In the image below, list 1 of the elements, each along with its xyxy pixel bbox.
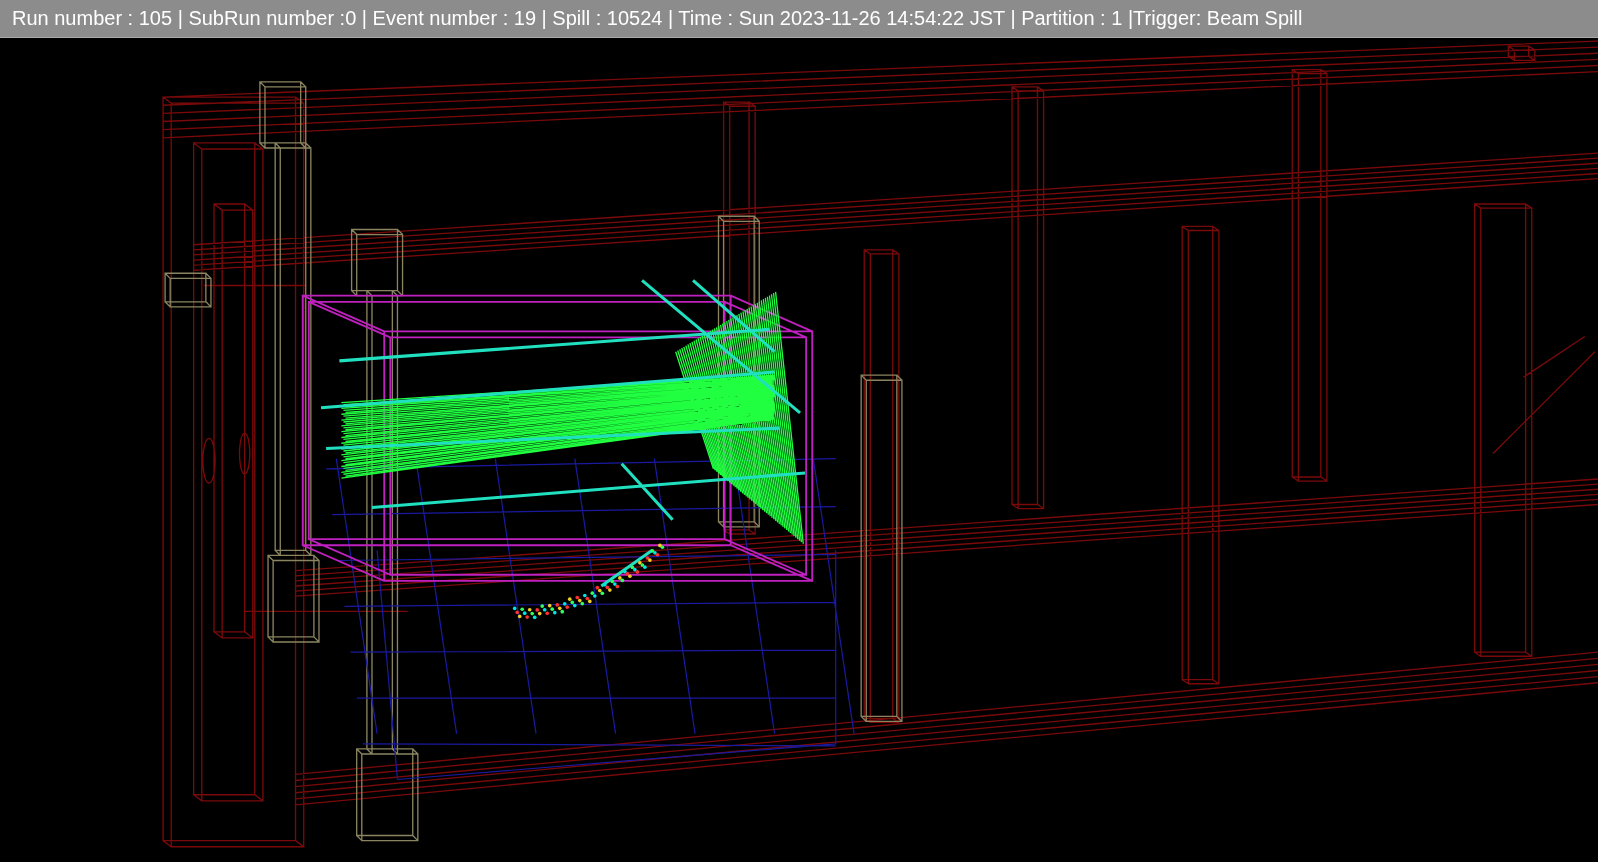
run-info-text: Run number : 105 | SubRun number :0 | Event number : 19 | Spill : 10524 | Time : Sun 2023-11-26 14:54:22 JST | Partition : 1 |Trigger: Beam Spill — [12, 7, 1303, 30]
